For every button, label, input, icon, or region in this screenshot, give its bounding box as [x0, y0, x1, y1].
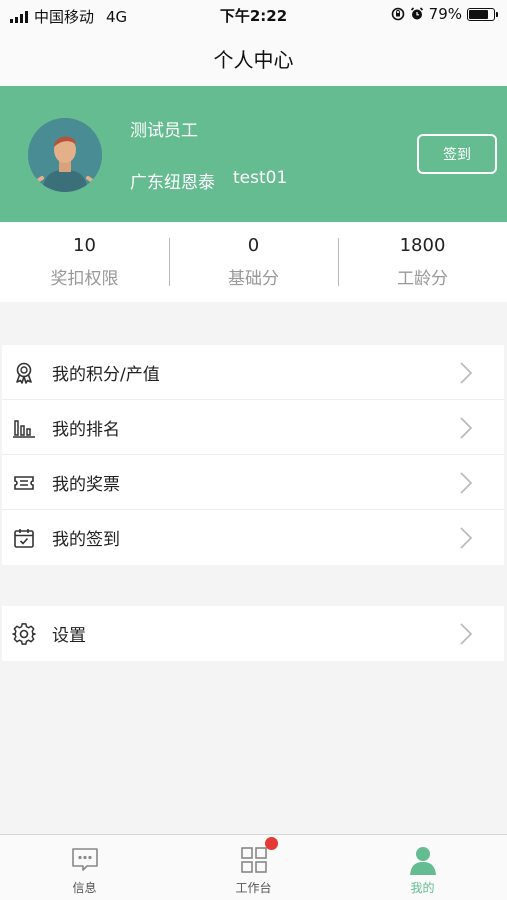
- menu-item-label: 我的签到: [52, 530, 120, 550]
- page-title: 个人中心: [213, 47, 294, 72]
- stat-label: 工龄分: [397, 269, 448, 289]
- stat-label: 基础分: [228, 269, 279, 289]
- chevron-right-icon: [460, 362, 472, 384]
- status-right: 79%: [391, 5, 498, 23]
- stat-seniority-score[interactable]: 1800 工龄分: [338, 222, 507, 302]
- menu-item-settings[interactable]: 设置: [2, 606, 504, 661]
- status-bar: 中国移动 4G 下午2:22 79%: [0, 0, 507, 30]
- menu-item-my-checkin[interactable]: 我的签到: [2, 510, 504, 565]
- checkin-button[interactable]: 签到: [417, 134, 497, 174]
- menu-item-label: 设置: [52, 626, 86, 646]
- menu-item-my-points[interactable]: 我的积分/产值: [2, 345, 504, 400]
- stat-value: 10: [73, 235, 96, 256]
- stat-label: 奖扣权限: [50, 269, 119, 289]
- tab-messages[interactable]: 信息: [0, 835, 169, 900]
- tab-label: 我的: [410, 881, 435, 895]
- bar-chart-icon: [13, 420, 35, 438]
- tab-bar: 信息 工作台 我的: [0, 834, 507, 900]
- stat-value: 0: [247, 235, 260, 256]
- user-name: 测试员工: [130, 121, 198, 141]
- alarm-icon: [410, 7, 423, 20]
- profile-header: 测试员工 广东纽恩泰 test01 签到: [0, 86, 507, 222]
- battery-icon: [467, 7, 498, 21]
- menu-item-label: 我的排名: [52, 419, 120, 440]
- user-account: test01: [233, 168, 288, 188]
- status-left: 中国移动 4G: [10, 6, 127, 27]
- message-icon: [71, 848, 98, 871]
- stat-base-score[interactable]: 0 基础分: [169, 222, 338, 302]
- tab-label: 工作台: [235, 881, 272, 895]
- avatar[interactable]: [28, 118, 102, 192]
- grid-icon: [240, 847, 267, 873]
- tab-label: 信息: [72, 881, 97, 895]
- notification-badge: [265, 837, 278, 850]
- rotation-lock-icon: [391, 7, 404, 21]
- stats-row: 10 奖扣权限 0 基础分 1800 工龄分: [0, 222, 507, 302]
- user-company: 广东纽恩泰: [130, 173, 215, 193]
- award-icon: [16, 362, 32, 384]
- menu-primary: 我的积分/产值 我的排名 我的奖票 我的签到: [2, 345, 504, 565]
- chevron-right-icon: [460, 623, 472, 645]
- gear-icon: [12, 623, 36, 645]
- tab-workbench[interactable]: 工作台: [169, 835, 338, 900]
- user-org-line: 广东纽恩泰 test01: [130, 168, 287, 193]
- network-type: 4G: [106, 7, 128, 26]
- tab-mine[interactable]: 我的: [338, 835, 507, 900]
- calendar-check-icon: [14, 529, 34, 548]
- chevron-right-icon: [460, 417, 472, 439]
- menu-item-label: 我的奖票: [52, 474, 120, 495]
- menu-item-my-tickets[interactable]: 我的奖票: [2, 455, 504, 510]
- ticket-icon: [14, 476, 34, 490]
- person-icon: [409, 847, 436, 875]
- chevron-right-icon: [460, 472, 472, 494]
- chevron-right-icon: [460, 527, 472, 549]
- menu-secondary: 设置: [2, 606, 504, 661]
- stat-value: 1800: [399, 235, 446, 256]
- carrier-name: 中国移动: [34, 8, 95, 26]
- nav-bar: 个人中心: [0, 30, 507, 86]
- avatar-person-icon: [28, 118, 102, 192]
- battery-percent: 79%: [428, 5, 462, 23]
- signal-icon: [10, 10, 28, 23]
- stat-reward-permission[interactable]: 10 奖扣权限: [0, 222, 169, 302]
- menu-item-my-ranking[interactable]: 我的排名: [2, 400, 504, 455]
- menu-item-label: 我的积分/产值: [52, 364, 160, 385]
